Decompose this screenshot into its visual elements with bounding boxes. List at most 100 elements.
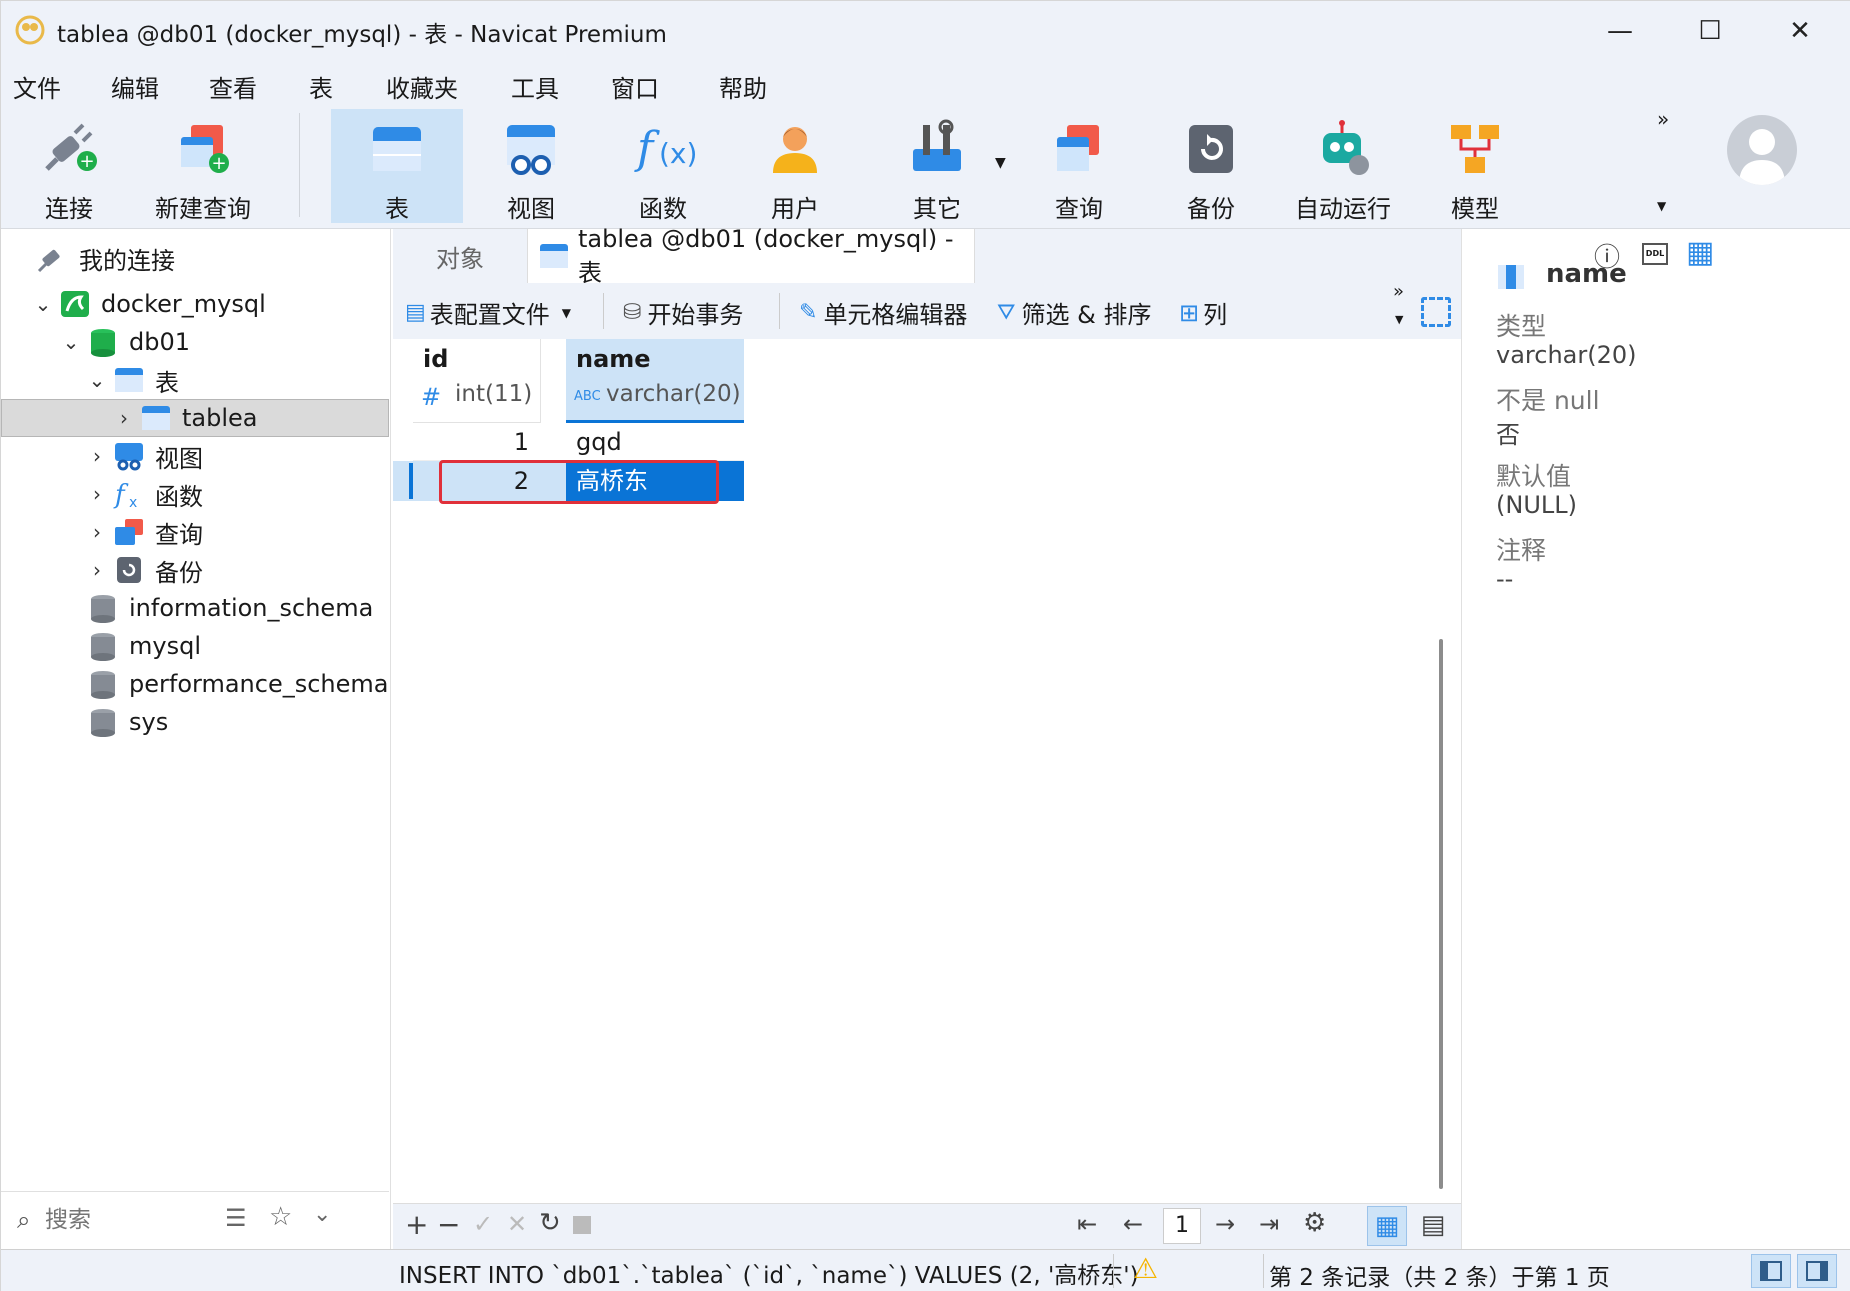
- menu-help[interactable]: 帮助: [719, 69, 767, 104]
- discard-changes-icon[interactable]: ✕: [507, 1210, 527, 1238]
- toolbar-separator: [299, 113, 300, 217]
- cell-name[interactable]: gqd: [566, 423, 744, 461]
- toolbar-overflow-arrow-icon[interactable]: ▼: [1657, 199, 1666, 213]
- field-grid-icon[interactable]: ▦: [1686, 235, 1714, 270]
- toolbar-query-button[interactable]: 查询: [1013, 109, 1145, 223]
- cell-id[interactable]: 1: [413, 423, 541, 461]
- search-icon: ⌕: [17, 1206, 31, 1234]
- chevron-right-icon[interactable]: ›: [114, 406, 134, 430]
- previous-page-icon[interactable]: ←: [1123, 1210, 1143, 1238]
- tree-group-views[interactable]: › 视图: [1, 437, 389, 475]
- chevron-right-icon[interactable]: ›: [87, 520, 107, 544]
- status-record-count: 第 2 条记录（共 2 条）于第 1 页: [1269, 1265, 1610, 1291]
- chevron-right-icon[interactable]: ›: [87, 444, 107, 468]
- toolbar-automation-button[interactable]: 自动运行: [1277, 109, 1409, 223]
- integer-type-icon: #: [421, 383, 442, 411]
- toolbar-other-button[interactable]: 其它: [871, 109, 1003, 223]
- form-view-icon[interactable]: ▤: [1413, 1206, 1453, 1246]
- toolbar-backup-button[interactable]: 备份: [1145, 109, 1277, 223]
- chevron-down-icon: ▼: [561, 305, 572, 320]
- delete-record-icon[interactable]: −: [437, 1208, 460, 1241]
- next-page-icon[interactable]: →: [1215, 1210, 1235, 1238]
- tree-database-db01[interactable]: ⌄ db01: [1, 323, 389, 361]
- toolbar-more-button[interactable]: »: [1657, 107, 1669, 131]
- tab-objects[interactable]: 对象: [393, 229, 527, 283]
- menu-view[interactable]: 查看: [209, 69, 257, 104]
- chevron-down-icon[interactable]: ⌄: [61, 330, 81, 354]
- tree-table-tablea[interactable]: › tablea: [1, 399, 389, 437]
- toolbar-model-button[interactable]: 模型: [1409, 109, 1541, 223]
- menu-tools[interactable]: 工具: [511, 69, 559, 104]
- filter-icon[interactable]: ☰: [225, 1204, 247, 1232]
- menu-bar: 文件 编辑 查看 表 收藏夹 工具 窗口 帮助: [1, 61, 1850, 107]
- avatar[interactable]: [1727, 115, 1797, 185]
- columns-button[interactable]: ⊞ 列: [1179, 295, 1227, 330]
- stop-icon[interactable]: [573, 1216, 591, 1234]
- column-header-id[interactable]: id # int(11): [413, 339, 541, 423]
- add-record-icon[interactable]: +: [405, 1208, 428, 1241]
- last-page-icon[interactable]: ⇥: [1259, 1210, 1279, 1238]
- menu-window[interactable]: 窗口: [611, 69, 659, 104]
- tree-group-queries[interactable]: › 查询: [1, 513, 389, 551]
- status-separator: [1113, 1254, 1114, 1288]
- tree-group-functions[interactable]: › fx 函数: [1, 475, 389, 513]
- filter-sort-button[interactable]: ⛛ 筛选 & 排序: [997, 295, 1151, 330]
- maximize-button[interactable]: ☐: [1665, 1, 1755, 61]
- grid-view-icon[interactable]: ▦: [1367, 1206, 1407, 1246]
- toggle-right-panel-icon[interactable]: [1797, 1254, 1837, 1288]
- sidebar-header: 我的连接: [1, 239, 389, 277]
- toolbar-user-button[interactable]: 用户: [729, 109, 861, 223]
- subtoolbar-more-button[interactable]: »: [1393, 281, 1404, 302]
- toolbar-table-button[interactable]: 表: [331, 109, 463, 223]
- tree-group-tables[interactable]: ⌄ 表: [1, 361, 389, 399]
- star-icon[interactable]: ☆: [269, 1202, 292, 1232]
- chevron-right-icon[interactable]: ›: [87, 482, 107, 506]
- other-dropdown-arrow-icon[interactable]: ▼: [995, 155, 1006, 171]
- apply-changes-icon[interactable]: ✓: [473, 1210, 493, 1238]
- close-button[interactable]: ✕: [1755, 1, 1845, 61]
- menu-favorites[interactable]: 收藏夹: [386, 69, 458, 104]
- field-inspector-panel: ⓘ DDL ▦ name 类型 varchar(20) 不是 null 否 默认…: [1461, 229, 1850, 1249]
- toggle-left-panel-icon[interactable]: [1751, 1254, 1791, 1288]
- menu-table[interactable]: 表: [309, 69, 333, 104]
- tree-database-mysql[interactable]: mysql: [1, 627, 389, 665]
- cell-editor-button[interactable]: ✎ 单元格编辑器: [799, 295, 967, 330]
- settings-gear-icon[interactable]: ⚙: [1303, 1208, 1326, 1238]
- refresh-icon[interactable]: ↻: [539, 1208, 561, 1238]
- svg-text:x: x: [129, 495, 137, 509]
- toolbar-new-query-button[interactable]: + 新建查询: [137, 109, 269, 223]
- table-row[interactable]: 1 gqd: [413, 423, 744, 461]
- tab-tablea[interactable]: tablea @db01 (docker_mysql) - 表: [527, 225, 975, 287]
- chevron-down-icon[interactable]: ⌄: [33, 292, 53, 316]
- view-icon: [113, 441, 145, 471]
- tree-database-performance-schema[interactable]: performance_schema: [1, 665, 389, 703]
- subtoolbar-overflow-icon[interactable]: ▼: [1395, 313, 1403, 326]
- tree-database-sys[interactable]: sys: [1, 703, 389, 741]
- vertical-scrollbar[interactable]: [1439, 639, 1443, 1189]
- ddl-icon[interactable]: DDL: [1642, 243, 1668, 265]
- menu-edit[interactable]: 编辑: [111, 69, 159, 104]
- tree-group-backups[interactable]: › 备份: [1, 551, 389, 589]
- begin-transaction-button[interactable]: ⛁ 开始事务: [623, 295, 743, 330]
- tree-connection-docker-mysql[interactable]: ⌄ docker_mysql: [1, 285, 389, 323]
- chevron-down-icon[interactable]: ⌄: [87, 368, 107, 392]
- query-icon: [1049, 119, 1109, 179]
- toolbar-connect-button[interactable]: + 连接: [3, 109, 135, 223]
- menu-file[interactable]: 文件: [13, 69, 61, 104]
- svg-text:f: f: [634, 123, 660, 174]
- column-header-name[interactable]: name ABC varchar(20): [566, 339, 744, 423]
- first-page-icon[interactable]: ⇤: [1077, 1210, 1097, 1238]
- chevron-right-icon[interactable]: ›: [87, 558, 107, 582]
- minimize-button[interactable]: —: [1575, 1, 1665, 61]
- plug-icon: [37, 243, 69, 273]
- warning-icon[interactable]: ⚠: [1133, 1252, 1158, 1285]
- toolbar-view-button[interactable]: 视图: [465, 109, 597, 223]
- fullscreen-icon[interactable]: [1421, 297, 1451, 327]
- sidebar-search-input[interactable]: [45, 1204, 215, 1236]
- tree-database-information-schema[interactable]: information_schema: [1, 589, 389, 627]
- toolbar-function-button[interactable]: f (x) 函数: [597, 109, 729, 223]
- profile-dropdown[interactable]: ▤ 表配置文件 ▼: [405, 295, 571, 330]
- page-number-input[interactable]: 1: [1163, 1208, 1201, 1244]
- tab-bar: 对象 tablea @db01 (docker_mysql) - 表: [393, 225, 1461, 287]
- collapse-icon[interactable]: ⌄: [313, 1202, 331, 1227]
